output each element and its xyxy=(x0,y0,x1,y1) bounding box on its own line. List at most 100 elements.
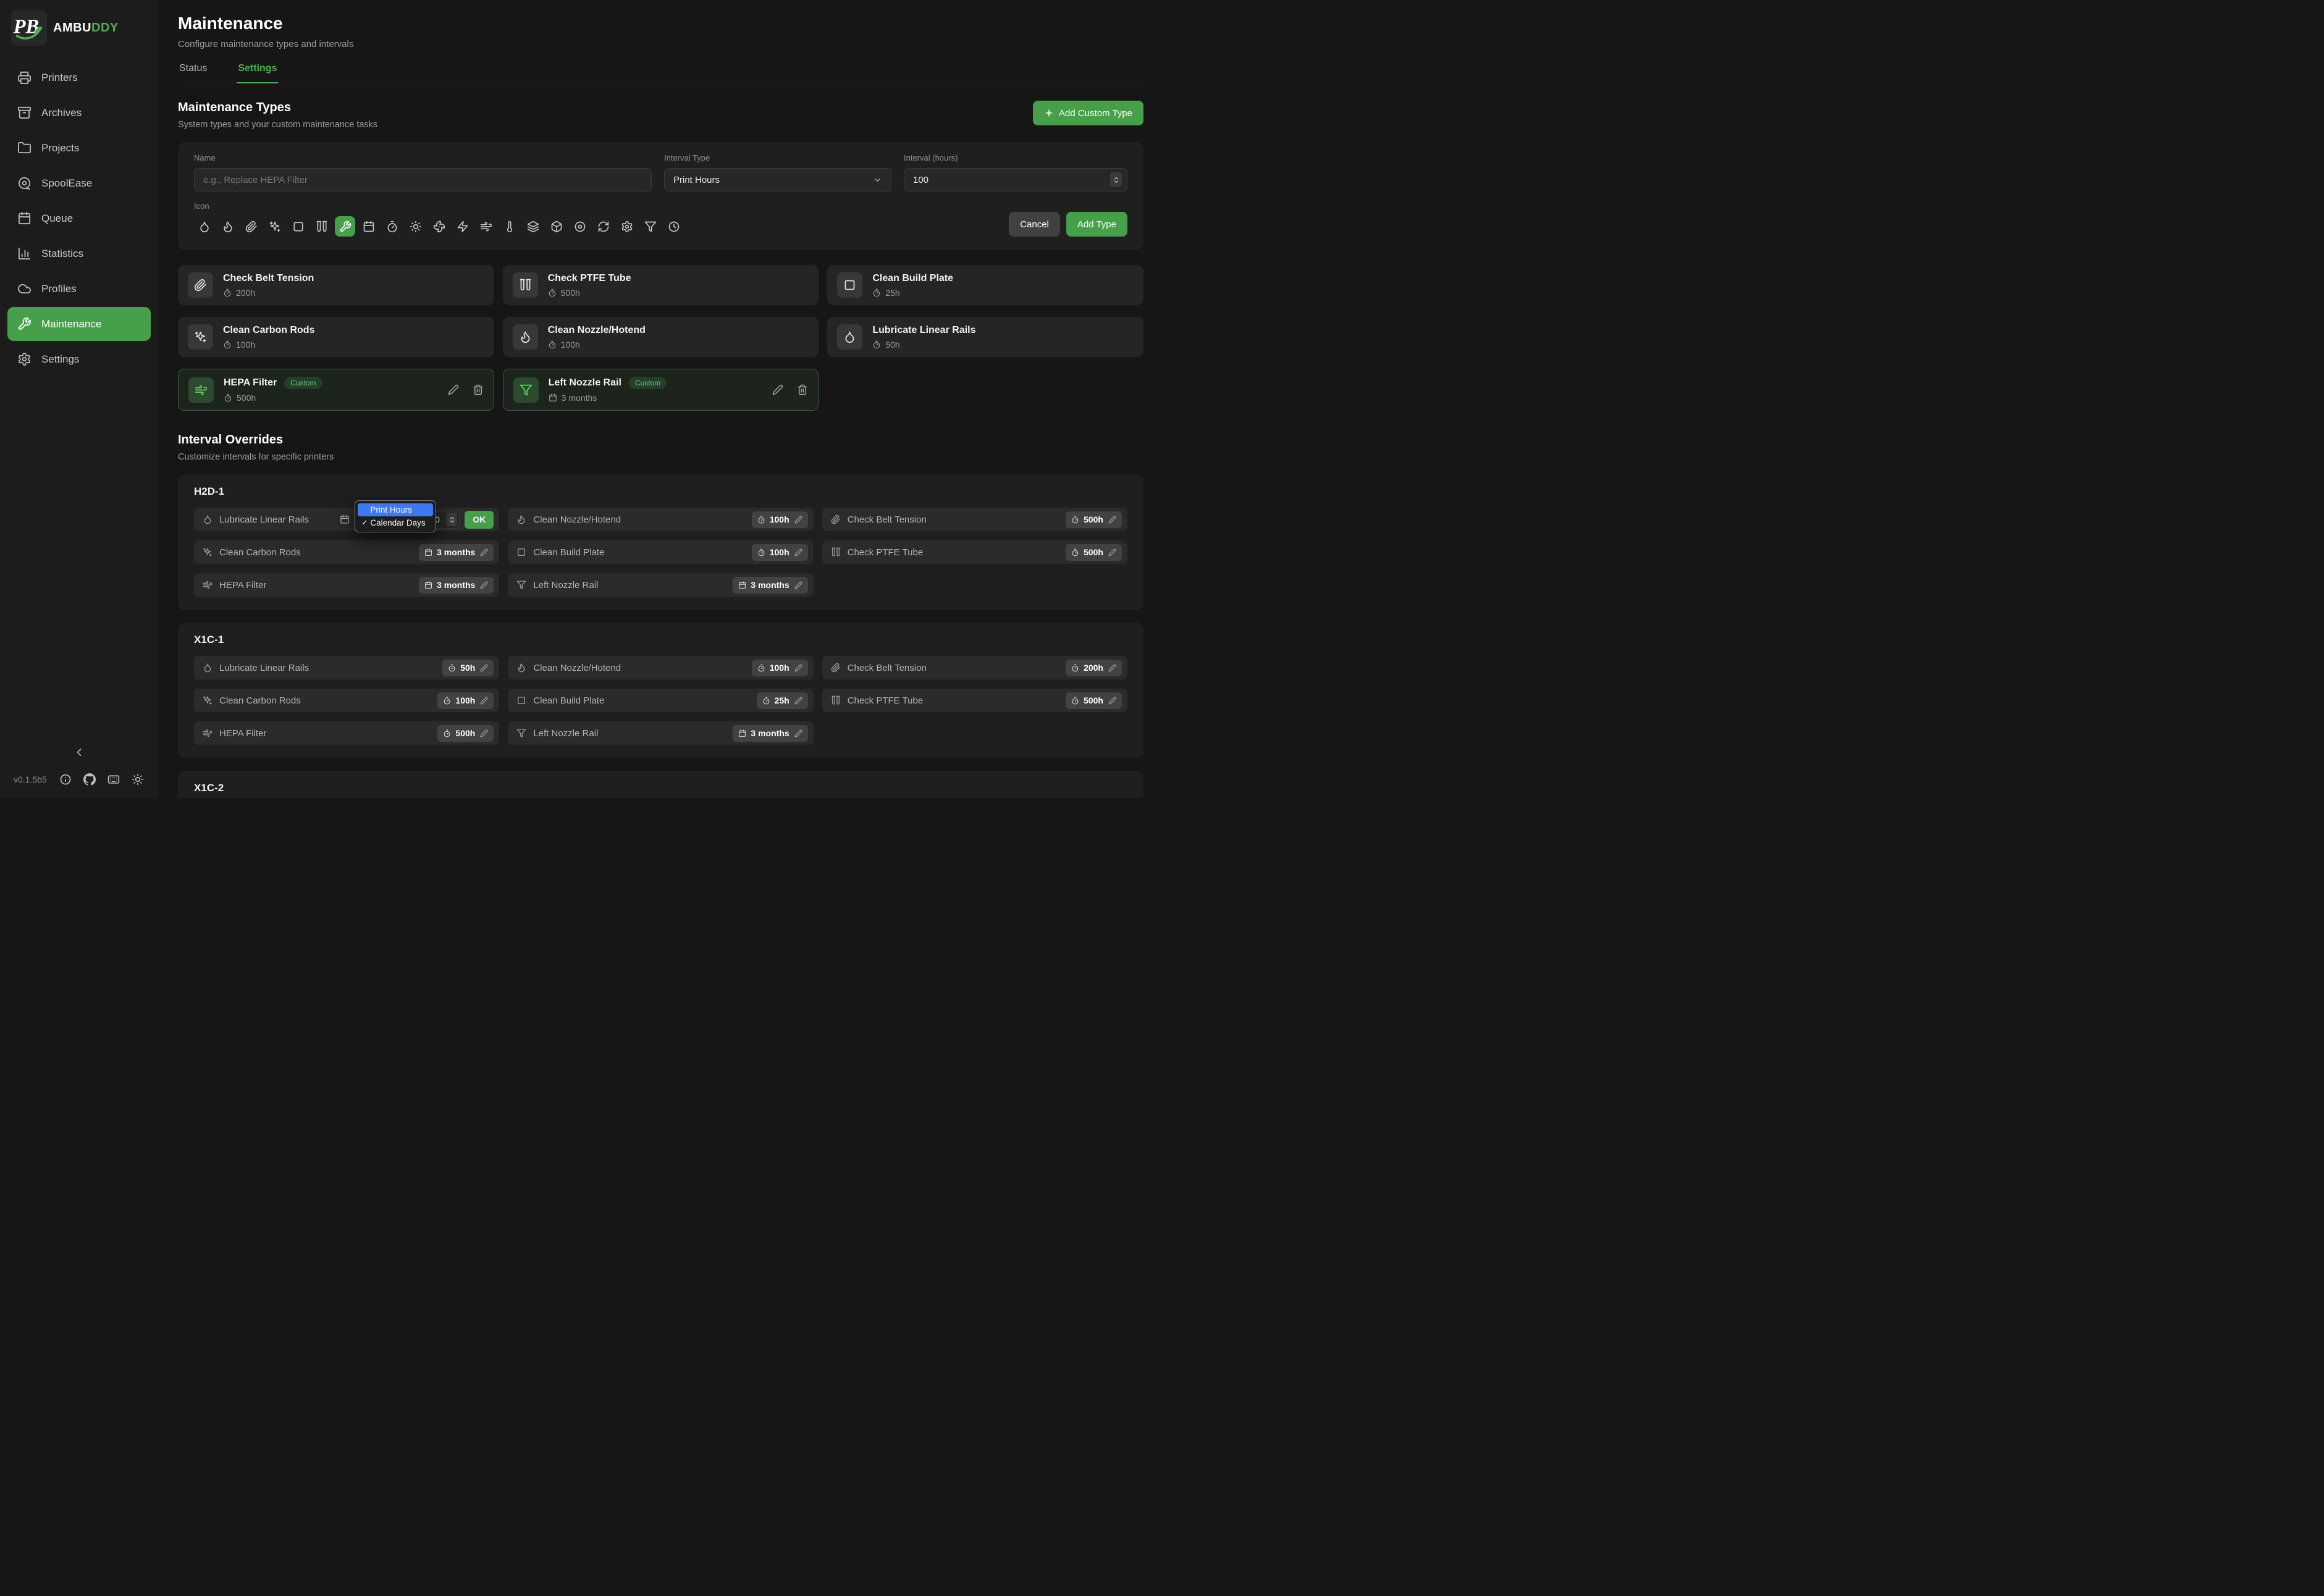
sidebar-collapse-button[interactable] xyxy=(0,740,158,765)
flame-icon xyxy=(516,663,526,673)
override-row-check-belt-tension: Check Belt Tension200h xyxy=(822,656,1127,679)
calendar-icon xyxy=(549,393,557,402)
icon-option-timer[interactable] xyxy=(382,216,402,237)
interval-overrides-header: Interval Overrides Customize intervals f… xyxy=(178,433,1143,462)
type-actions xyxy=(448,384,484,395)
sidebar-item-spoolease[interactable]: SpoolEase xyxy=(7,166,151,200)
info-button[interactable] xyxy=(59,773,72,786)
icon-option-zap[interactable] xyxy=(452,216,473,237)
gear-icon xyxy=(621,220,633,233)
interval-hours-input[interactable]: 100 xyxy=(904,168,1127,191)
brand[interactable]: PB AMBUDDY xyxy=(0,0,158,54)
square-icon xyxy=(516,547,526,557)
calendar-mode-button[interactable] xyxy=(340,514,350,524)
interval-badge[interactable]: 3 months xyxy=(733,577,807,594)
number-spinner[interactable] xyxy=(447,513,457,526)
tube-icon xyxy=(831,695,841,705)
brand-name: AMBUDDY xyxy=(53,21,119,35)
interval-badge[interactable]: 100h xyxy=(437,692,494,709)
icon-option-refresh[interactable] xyxy=(593,216,613,237)
sun-icon xyxy=(132,773,144,786)
interval-badge[interactable]: 200h xyxy=(1066,660,1122,676)
interval-badge[interactable]: 500h xyxy=(1066,544,1122,561)
trash-icon xyxy=(473,384,484,395)
override-task-name: HEPA Filter xyxy=(219,580,266,590)
interval-badge[interactable]: 500h xyxy=(1066,511,1122,528)
icon-option-gear[interactable] xyxy=(617,216,637,237)
interval-value: 500h xyxy=(1084,547,1103,557)
calendar-icon xyxy=(17,211,32,225)
icon-option-thermometer[interactable] xyxy=(499,216,520,237)
sidebar-item-archives[interactable]: Archives xyxy=(7,96,151,130)
tab-status[interactable]: Status xyxy=(178,63,208,83)
tab-settings[interactable]: Settings xyxy=(237,63,278,83)
add-type-button[interactable]: Add Type xyxy=(1066,212,1127,237)
interval-badge[interactable]: 3 months xyxy=(733,725,807,742)
icon-option-wrench[interactable] xyxy=(335,216,355,237)
interval-badge[interactable]: 100h xyxy=(752,511,808,528)
sidebar-item-profiles[interactable]: Profiles xyxy=(7,272,151,306)
wrench-icon xyxy=(339,220,352,233)
ok-button[interactable]: OK xyxy=(465,511,494,529)
type-name-input[interactable] xyxy=(194,168,652,191)
github-icon xyxy=(83,773,96,786)
interval-badge[interactable]: 500h xyxy=(1066,692,1122,709)
icon-option-target[interactable] xyxy=(570,216,590,237)
edit-type-button[interactable] xyxy=(448,384,459,395)
icon-option-flame[interactable] xyxy=(217,216,238,237)
sidebar-item-queue[interactable]: Queue xyxy=(7,201,151,235)
interval-value: 3 months xyxy=(751,728,789,738)
interval-badge[interactable]: 3 months xyxy=(419,544,494,561)
override-task-name: Clean Build Plate xyxy=(533,695,604,706)
icon-option-tube[interactable] xyxy=(311,216,332,237)
icon-option-clock[interactable] xyxy=(663,216,684,237)
delete-type-button[interactable] xyxy=(473,384,484,395)
override-task-name: Check PTFE Tube xyxy=(848,695,924,706)
pencil-icon xyxy=(1108,516,1116,524)
interval-badge[interactable]: 100h xyxy=(752,660,808,676)
icon-option-sparkle[interactable] xyxy=(264,216,285,237)
flame-icon xyxy=(519,330,532,343)
icon-option-funnel[interactable] xyxy=(640,216,660,237)
edit-type-button[interactable] xyxy=(772,384,783,395)
interval-badge[interactable]: 3 months xyxy=(419,577,494,594)
icon-option-droplet[interactable] xyxy=(194,216,214,237)
interval-type-select[interactable]: Print Hours xyxy=(664,168,891,191)
keyboard-button[interactable] xyxy=(107,773,120,786)
sidebar-item-statistics[interactable]: Statistics xyxy=(7,237,151,271)
type-card-lubricate-linear-rails: Lubricate Linear Rails50h xyxy=(827,317,1143,357)
icon-option-layers[interactable] xyxy=(523,216,543,237)
sidebar-item-settings[interactable]: Settings xyxy=(7,342,151,376)
sidebar-item-projects[interactable]: Projects xyxy=(7,131,151,165)
sidebar-item-maintenance[interactable]: Maintenance xyxy=(7,307,151,341)
interval-badge[interactable]: 100h xyxy=(752,544,808,561)
icon-option-square[interactable] xyxy=(288,216,308,237)
type-interval: 100h xyxy=(236,340,255,350)
icon-option-calendar[interactable] xyxy=(358,216,379,237)
interval-badge[interactable]: 500h xyxy=(437,725,494,742)
sidebar-item-printers[interactable]: Printers xyxy=(7,61,151,94)
icon-option-wind[interactable] xyxy=(476,216,496,237)
delete-type-button[interactable] xyxy=(797,384,808,395)
dropdown-option-print-hours[interactable]: Print Hours xyxy=(358,503,432,516)
plus-icon xyxy=(1044,108,1054,118)
icon-picker xyxy=(194,216,684,237)
icon-option-sun[interactable] xyxy=(405,216,426,237)
sun-button[interactable] xyxy=(132,773,144,786)
tube-icon xyxy=(519,279,532,292)
override-row-check-ptfe-tube: Check PTFE Tube500h xyxy=(822,540,1127,564)
interval-badge[interactable]: 25h xyxy=(757,692,808,709)
icon-option-paperclip[interactable] xyxy=(241,216,261,237)
add-custom-type-button[interactable]: Add Custom Type xyxy=(1033,101,1143,125)
sparkle-icon xyxy=(203,695,213,705)
pencil-icon xyxy=(794,664,802,672)
type-icon-tile xyxy=(188,377,214,403)
icon-option-fan[interactable] xyxy=(429,216,449,237)
number-spinner[interactable] xyxy=(1110,172,1122,187)
github-button[interactable] xyxy=(83,773,96,786)
cancel-button[interactable]: Cancel xyxy=(1009,212,1060,237)
interval-badge[interactable]: 50h xyxy=(442,660,494,676)
icon-option-box[interactable] xyxy=(546,216,566,237)
printer-name: X1C-2 xyxy=(194,782,1127,794)
dropdown-option-calendar-days[interactable]: ✓Calendar Days xyxy=(358,516,432,529)
